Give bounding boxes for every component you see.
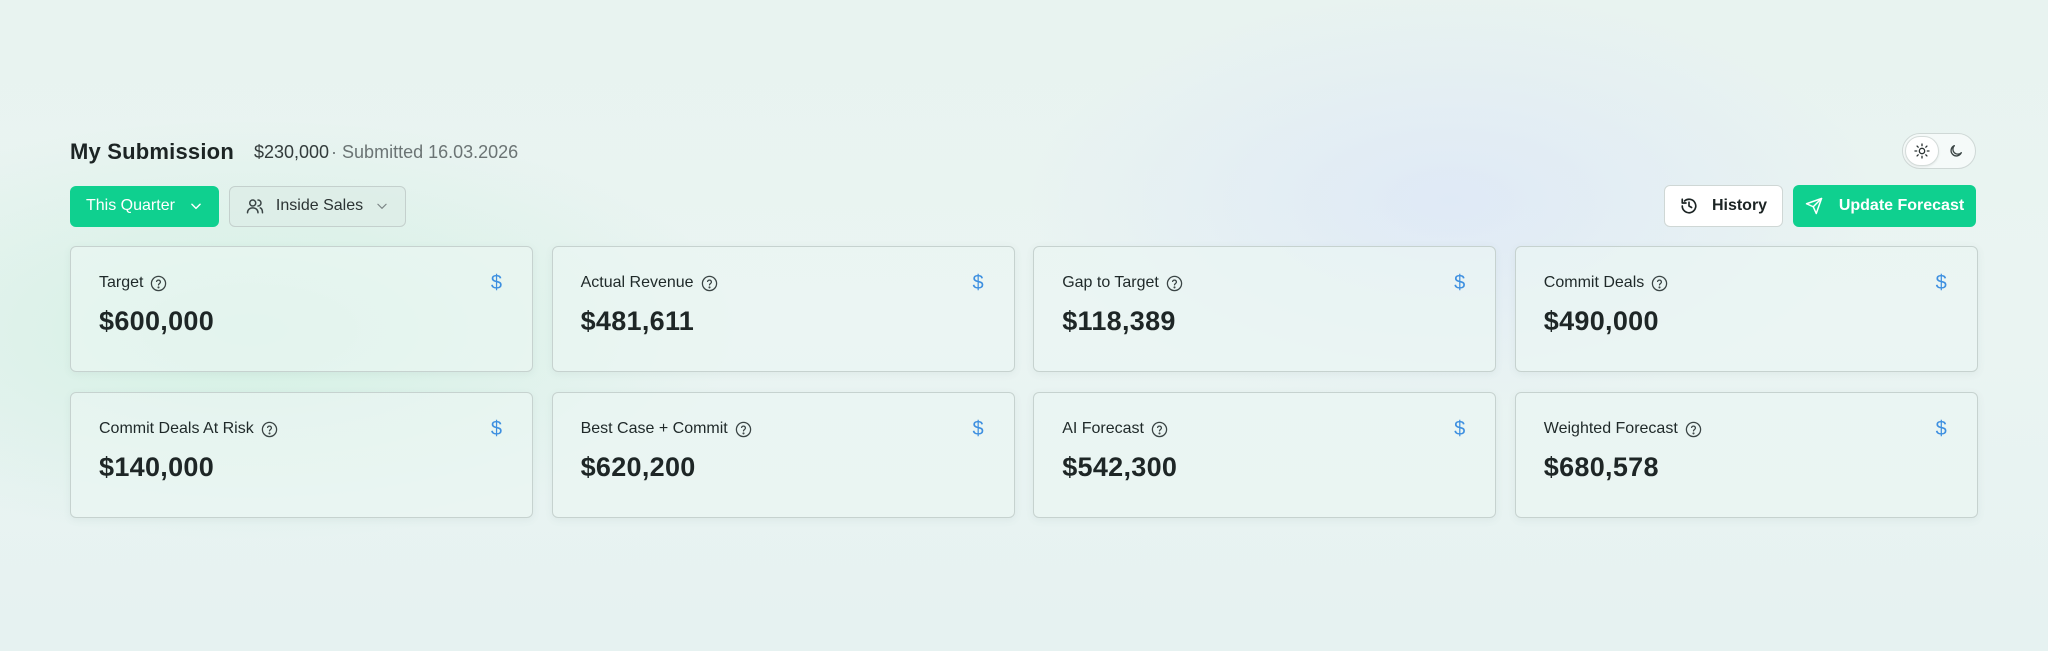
- dollar-icon: $: [1935, 418, 1947, 440]
- dollar-icon: $: [972, 418, 984, 440]
- team-label: Inside Sales: [275, 197, 364, 214]
- metric-label: Target: [99, 274, 144, 291]
- users-icon: [246, 199, 264, 214]
- metric-label: AI Forecast: [1062, 420, 1144, 437]
- help-icon[interactable]: [735, 421, 752, 438]
- metric-value: $481,611: [580, 306, 695, 336]
- metric-label: Weighted Forecast: [1543, 420, 1678, 437]
- metric-card-commit-deals: Commit Deals $490,000 $: [1514, 246, 1978, 372]
- dollar-icon: $: [1454, 272, 1466, 294]
- metric-card-gap-to-target: Gap to Target $118,389 $: [1033, 246, 1497, 372]
- metric-value: $490,000: [1543, 306, 1659, 336]
- dollar-icon: $: [490, 418, 502, 440]
- metric-value: $680,578: [1543, 452, 1659, 482]
- moon-icon: [1950, 145, 1962, 157]
- dollar-icon: $: [490, 272, 502, 294]
- help-icon[interactable]: [261, 421, 278, 438]
- update-forecast-label: Update Forecast: [1838, 197, 1965, 214]
- dollar-icon: $: [1935, 272, 1947, 294]
- metric-label: Commit Deals: [1543, 274, 1645, 291]
- metric-label: Gap to Target: [1062, 274, 1159, 291]
- team-dropdown[interactable]: Inside Sales: [228, 185, 407, 227]
- header-row: My Submission $230,000 · Submitted 16.03…: [70, 130, 1976, 174]
- history-button[interactable]: History: [1664, 185, 1783, 227]
- metric-label: Best Case + Commit: [580, 420, 728, 437]
- forecast-panel: My Submission $230,000 · Submitted 16.03…: [70, 130, 1978, 518]
- help-icon[interactable]: [701, 275, 718, 292]
- metric-value: $542,300: [1062, 452, 1178, 482]
- dollar-icon: $: [972, 272, 984, 294]
- metric-card-weighted-forecast: Weighted Forecast $680,578 $: [1514, 392, 1978, 518]
- metric-value: $600,000: [99, 306, 215, 336]
- dollar-icon: $: [1454, 418, 1466, 440]
- metric-label: Actual Revenue: [580, 274, 694, 291]
- metric-value: $620,200: [580, 452, 696, 482]
- metric-card-commit-deals-at-risk: Commit Deals At Risk $140,000 $: [70, 392, 533, 518]
- metric-label: Commit Deals At Risk: [99, 420, 254, 437]
- help-icon[interactable]: [1685, 421, 1702, 438]
- light-mode-button[interactable]: [1905, 136, 1939, 166]
- metric-card-actual-revenue: Actual Revenue $481,611 $: [551, 246, 1015, 372]
- help-icon[interactable]: [1166, 275, 1183, 292]
- metric-value: $118,389: [1062, 306, 1176, 336]
- period-label: This Quarter: [86, 197, 175, 214]
- history-label: History: [1711, 197, 1768, 214]
- chevron-down-icon: [191, 203, 201, 210]
- theme-toggle[interactable]: [1902, 133, 1976, 169]
- update-forecast-button[interactable]: Update Forecast: [1793, 185, 1976, 227]
- period-dropdown[interactable]: This Quarter: [70, 185, 219, 227]
- metric-card-ai-forecast: AI Forecast $542,300 $: [1033, 392, 1497, 518]
- submission-date: · Submitted 16.03.2026: [331, 141, 519, 162]
- chevron-down-icon: [377, 203, 387, 209]
- submission-amount: $230,000: [253, 141, 330, 162]
- history-icon: [1681, 198, 1697, 214]
- action-buttons: History Update Forecast: [1664, 185, 1976, 227]
- help-icon[interactable]: [1151, 421, 1168, 438]
- metric-value: $140,000: [99, 452, 215, 482]
- sun-icon: [1914, 143, 1930, 159]
- help-icon[interactable]: [150, 275, 167, 292]
- controls-row: This Quarter Inside Sales History Update…: [70, 185, 1976, 227]
- page-title: My Submission: [70, 139, 234, 164]
- help-icon[interactable]: [1651, 275, 1668, 292]
- metric-card-best-case-commit: Best Case + Commit $620,200 $: [551, 392, 1015, 518]
- metric-card-target: Target $600,000 $: [70, 246, 533, 372]
- send-icon: [1805, 197, 1823, 215]
- dark-mode-button[interactable]: [1939, 136, 1973, 166]
- metrics-grid: Target $600,000 $ Actual Revenue $481,61…: [70, 246, 1978, 518]
